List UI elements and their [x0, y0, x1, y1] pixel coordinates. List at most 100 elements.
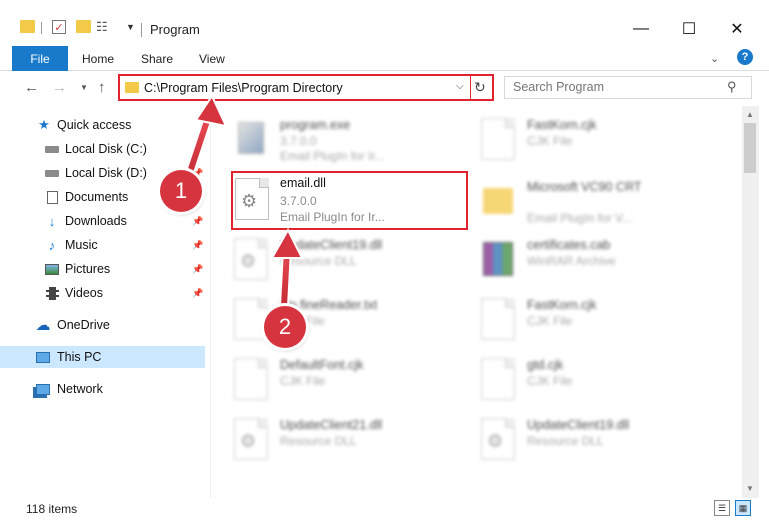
new-folder-icon[interactable]	[76, 20, 91, 33]
help-icon[interactable]: ?	[737, 49, 753, 65]
forward-arrow-icon[interactable]: →	[52, 79, 67, 96]
sidebar-item-label: Music	[65, 238, 98, 252]
chevron-down-icon[interactable]: ⌵	[456, 81, 464, 92]
file-type: CJK File	[527, 134, 573, 148]
file-description: Email PlugIn for Ir...	[280, 149, 385, 163]
status-bar: 118 items ☰ ▦	[0, 498, 769, 528]
navigation-pane: ★ Quick access Local Disk (C:) 📌 Local D…	[0, 106, 210, 498]
file-item[interactable]: hlp.fineReader.txt Text File	[212, 290, 452, 346]
file-item[interactable]: FastKorn.cjk CJK File	[459, 110, 699, 166]
file-name: FastKorn.cjk	[527, 298, 597, 312]
sidebar-item-downloads[interactable]: ↓ Downloads 📌	[0, 210, 205, 232]
file-name: UpdateClient19.dll	[527, 418, 630, 432]
properties-icon[interactable]: ✓	[52, 20, 66, 34]
file-item[interactable]: FastKorn.cjk CJK File	[459, 290, 699, 346]
close-button[interactable]: ✕	[714, 14, 760, 44]
videos-icon	[45, 286, 59, 300]
file-type: Resource DLL	[280, 434, 357, 448]
gear-icon: ⚙	[240, 431, 257, 451]
file-name: DefaultFont.cjk	[280, 358, 364, 372]
cloud-icon: ☁	[35, 317, 51, 334]
tab-share[interactable]: Share	[141, 52, 173, 66]
file-item[interactable]: ⚙ UpdateClient19.dll Resource DLL	[459, 410, 699, 466]
file-item[interactable]: DefaultFont.cjk CJK File	[212, 350, 452, 406]
back-arrow-icon[interactable]: ←	[24, 79, 39, 96]
folder-icon[interactable]	[20, 20, 35, 33]
tab-home[interactable]: Home	[82, 52, 114, 66]
details-view-icon[interactable]: ☰	[714, 500, 730, 516]
sidebar-item-local-disk-c[interactable]: Local Disk (C:) 📌	[0, 138, 205, 160]
address-path[interactable]: C:\Program Files\Program Directory	[144, 81, 343, 95]
file-item[interactable]: gtd.cjk CJK File	[459, 350, 699, 406]
pin-icon[interactable]: 📌	[192, 264, 203, 275]
sidebar-item-label: This PC	[57, 350, 102, 364]
file-item[interactable]: Microsoft VC90 CRT Email PlugIn for V...	[459, 172, 699, 228]
folder-icon	[125, 82, 139, 93]
address-bar[interactable]: C:\Program Files\Program Directory ⌵ ↻	[118, 74, 494, 101]
document-icon	[481, 358, 515, 400]
file-item[interactable]: program.exe 3.7.0.0 Email PlugIn for Ir.…	[212, 110, 452, 166]
file-item[interactable]: certificates.cab WinRAR Archive	[459, 230, 699, 286]
file-version: 3.7.0.0	[280, 134, 317, 148]
dll-file-icon: ⚙	[234, 418, 268, 460]
sidebar-item-label: Downloads	[65, 214, 127, 228]
sidebar-item-this-pc[interactable]: This PC	[0, 346, 205, 368]
file-list: program.exe 3.7.0.0 Email PlugIn for Ir.…	[212, 106, 742, 498]
sidebar-item-quick-access[interactable]: ★ Quick access	[0, 114, 205, 136]
file-item[interactable]: ⚙ UpdateClient21.dll Resource DLL	[212, 410, 452, 466]
pictures-icon	[45, 262, 59, 276]
file-name: certificates.cab	[527, 238, 611, 252]
gear-icon: ⚙	[240, 251, 257, 271]
scroll-up-icon[interactable]: ▲	[746, 110, 754, 119]
large-icons-view-icon[interactable]: ▦	[735, 500, 751, 516]
sidebar-item-label: Documents	[65, 190, 129, 204]
minimize-button[interactable]: —	[618, 14, 664, 44]
network-icon	[36, 382, 50, 396]
file-name: program.exe	[280, 118, 351, 132]
scroll-down-icon[interactable]: ▼	[746, 484, 754, 493]
sidebar-item-music[interactable]: ♪ Music 📌	[0, 234, 205, 256]
sidebar-item-videos[interactable]: Videos 📌	[0, 282, 205, 304]
file-name: FastKorn.cjk	[527, 118, 597, 132]
folder-icon	[481, 180, 515, 222]
title-separator	[141, 23, 142, 37]
expand-ribbon-icon[interactable]: ⌄	[710, 52, 719, 65]
view-options-icon[interactable]: ☷	[96, 19, 108, 35]
file-type: Resource DLL	[527, 434, 604, 448]
dll-file-icon: ⚙	[481, 418, 515, 460]
pin-icon[interactable]: 📌	[192, 288, 203, 299]
pin-icon[interactable]: 📌	[192, 216, 203, 227]
title-bar: ✓ ☷ ▼ Program — ☐ ✕	[0, 0, 769, 44]
customize-toolbar-icon[interactable]: ▼	[126, 22, 135, 32]
file-type: Resource DLL	[280, 254, 357, 268]
scroll-thumb[interactable]	[744, 123, 756, 173]
search-input[interactable]	[513, 80, 713, 94]
search-box[interactable]: ⚲	[504, 76, 752, 99]
search-icon[interactable]: ⚲	[727, 79, 737, 95]
vertical-scrollbar[interactable]: ▲ ▼	[742, 106, 759, 498]
up-arrow-icon[interactable]: ↑	[98, 79, 106, 96]
file-item[interactable]: ⚙ UpdateClient19.dll Resource DLL	[212, 230, 452, 286]
archive-icon	[481, 238, 515, 280]
sidebar-item-label: Pictures	[65, 262, 111, 276]
tab-file[interactable]: File	[12, 46, 68, 71]
music-icon: ♪	[48, 237, 56, 253]
document-icon	[234, 358, 268, 400]
sidebar-item-label: OneDrive	[57, 318, 110, 332]
maximize-button[interactable]: ☐	[666, 14, 712, 44]
file-description: Email PlugIn for V...	[527, 211, 632, 225]
sidebar-item-label: Local Disk (D:)	[65, 166, 147, 180]
refresh-icon[interactable]: ↻	[474, 79, 486, 96]
sidebar-item-network[interactable]: Network	[0, 378, 205, 400]
drive-icon	[45, 142, 59, 156]
tab-view[interactable]: View	[199, 52, 225, 66]
pin-icon[interactable]: 📌	[192, 144, 203, 155]
sidebar-item-label: Videos	[65, 286, 103, 300]
pin-icon[interactable]: 📌	[192, 240, 203, 251]
sidebar-item-pictures[interactable]: Pictures 📌	[0, 258, 205, 280]
pane-divider	[210, 106, 211, 498]
document-icon	[481, 298, 515, 340]
recent-locations-icon[interactable]: ▼	[80, 83, 88, 92]
address-divider	[470, 76, 471, 99]
sidebar-item-onedrive[interactable]: ☁ OneDrive	[0, 314, 205, 336]
